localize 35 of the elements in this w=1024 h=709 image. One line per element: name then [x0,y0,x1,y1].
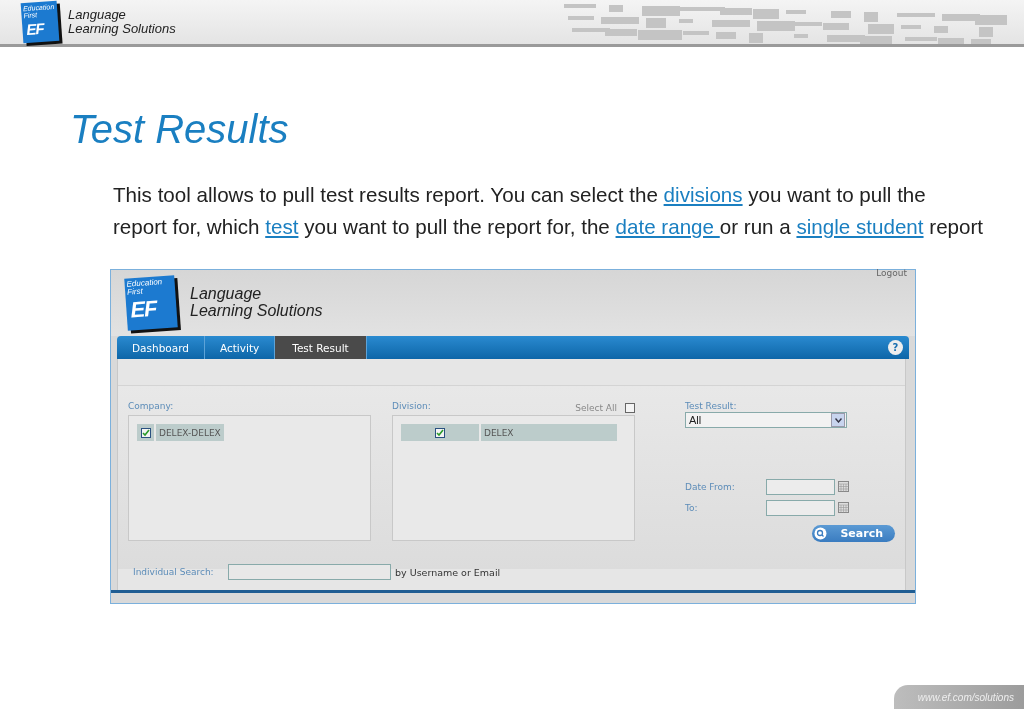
field-label: Test Result: [685,401,738,412]
checkbox[interactable] [140,427,151,438]
individual-search-field[interactable] [228,564,391,580]
test-result-dropdown[interactable]: All [685,412,847,428]
field-label: Company: [128,401,175,413]
field-label: Individual Search: [133,567,215,577]
intro-link[interactable]: single student [796,215,924,238]
page-title: Test Results [70,109,290,149]
intro-paragraph: This tool allows to pull test results report. You can select the divisions you want to pull the report for, which test you want to pull the report for, the date range or run a single student report [113,182,984,240]
select-all-label: Select All [575,403,617,413]
field-hint: by Username or Email [395,566,501,578]
checkbox[interactable] [625,403,635,413]
footer-url: www.ef.com/solutions [894,685,1024,709]
checkbox[interactable] [435,427,445,438]
search-icon [814,527,827,540]
intro-link[interactable]: test [265,215,299,238]
list-item[interactable]: DELEX [481,424,617,441]
brand-name: Language Learning Solutions [190,286,323,320]
nav-tab[interactable]: Test Result [275,336,367,359]
date-to-field[interactable] [766,499,835,516]
help-icon[interactable]: ? [888,340,903,355]
search-button[interactable]: Search [812,525,895,542]
field-label: Date From: [685,481,736,492]
field-label: Division: [392,401,431,413]
caret-icon [834,417,842,423]
calendar-icon[interactable] [838,481,849,492]
intro-link[interactable]: divisions [663,183,743,206]
brand-name: Language Learning Solutions [68,8,176,36]
intro-link[interactable]: date range [615,215,720,238]
calendar-icon[interactable] [838,502,849,513]
date-from-field[interactable] [766,478,835,495]
list-item[interactable]: DELEX-DELEX [156,424,224,441]
field-label: To: [685,502,699,513]
logo-icon: Education First EF [124,275,178,331]
logout-link[interactable]: Logout [876,268,907,278]
